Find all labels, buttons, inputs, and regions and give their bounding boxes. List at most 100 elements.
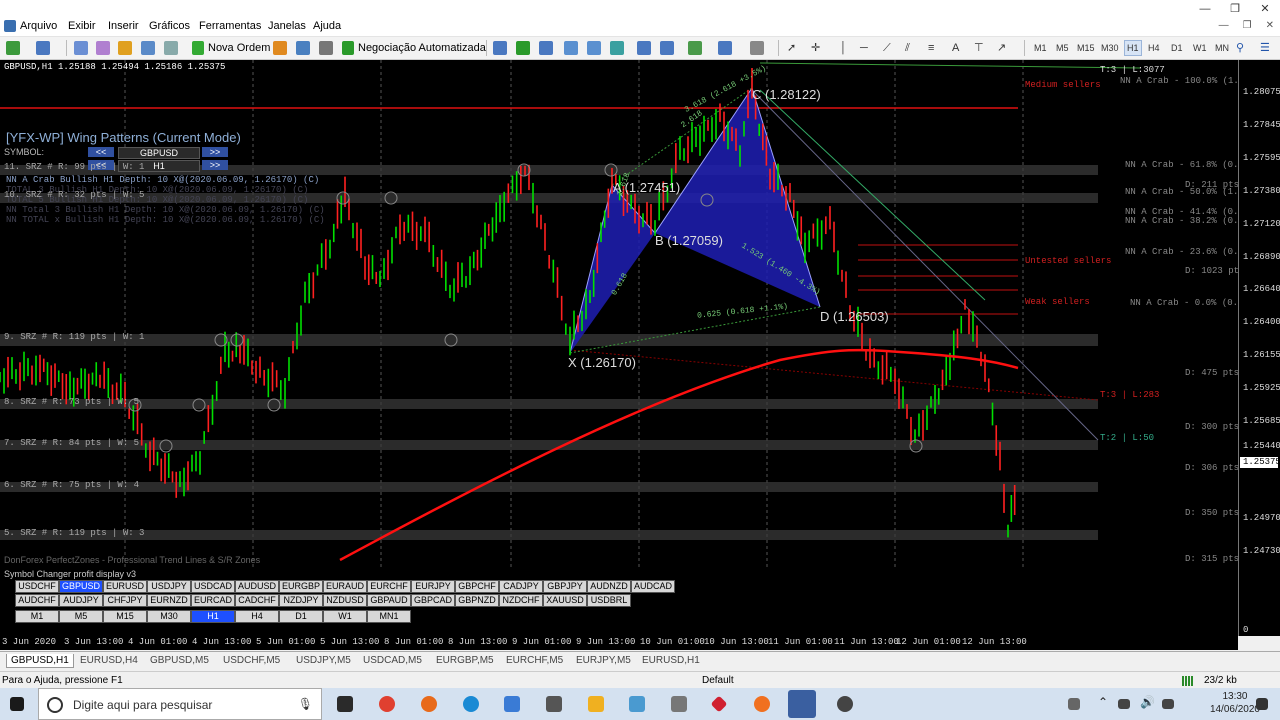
close-button[interactable]: ✕: [1250, 0, 1280, 18]
timeframe-d1[interactable]: D1: [1171, 41, 1183, 55]
timeframe-m1[interactable]: M1: [1034, 41, 1047, 55]
system-clock[interactable]: 13:30 14/06/2020: [1210, 690, 1260, 716]
changer-symbol-button[interactable]: CADCHF: [235, 594, 279, 607]
changer-symbol-button[interactable]: NZDCHF: [499, 594, 543, 607]
market-watch-icon[interactable]: [74, 41, 88, 55]
timeframe-m15[interactable]: M15: [1077, 41, 1095, 55]
file-explorer-icon[interactable]: [588, 696, 604, 712]
symbol-field[interactable]: GBPUSD: [118, 147, 200, 159]
changer-symbol-button[interactable]: EURNZD: [147, 594, 191, 607]
changer-symbol-button[interactable]: EURCAD: [191, 594, 235, 607]
cursor-icon[interactable]: ➚: [787, 40, 796, 56]
pattern-line[interactable]: NN TOTAL x Bullish H1 Depth: 10 X@(2020.…: [6, 215, 325, 225]
candlestick-icon[interactable]: [516, 41, 530, 55]
metatrader-taskbar-icon[interactable]: [788, 690, 816, 718]
new-chart-icon[interactable]: [6, 41, 20, 55]
profiles-icon[interactable]: [36, 41, 50, 55]
changer-symbol-button[interactable]: CADJPY: [499, 580, 543, 593]
crosshair-icon[interactable]: ✛: [811, 40, 820, 56]
periods-icon[interactable]: [718, 41, 732, 55]
tab-eurgbp-m5[interactable]: EURGBP,M5: [432, 654, 498, 667]
menu-exibir[interactable]: Exibir: [68, 20, 96, 32]
menu-graficos[interactable]: Gráficos: [149, 20, 190, 32]
prev-symbol-button[interactable]: <<: [88, 147, 114, 157]
changer-symbol-button[interactable]: EURAUD: [323, 580, 367, 593]
changer-timeframe-button[interactable]: M1: [15, 610, 59, 623]
edge-icon[interactable]: [463, 696, 479, 712]
market-icon[interactable]: [319, 41, 333, 55]
fibonacci-icon[interactable]: ≡: [928, 40, 934, 56]
arrows-tool-icon[interactable]: ↗: [997, 40, 1006, 56]
chart-shift-icon[interactable]: [660, 41, 674, 55]
tab-usdjpy-m5[interactable]: USDJPY,M5: [292, 654, 355, 667]
indicators-icon[interactable]: [688, 41, 702, 55]
templates-icon[interactable]: [750, 41, 764, 55]
bar-chart-icon[interactable]: [493, 41, 507, 55]
restore-button[interactable]: ❐: [1220, 0, 1250, 18]
menu-inserir[interactable]: Inserir: [108, 20, 139, 32]
changer-symbol-button[interactable]: GBPAUD: [367, 594, 411, 607]
chart-close-button[interactable]: ✕: [1266, 20, 1274, 31]
menu-janelas[interactable]: Janelas: [268, 20, 306, 32]
label-tool-icon[interactable]: ⊤: [974, 40, 984, 56]
red-app-icon[interactable]: [710, 695, 728, 713]
timeframe-m5[interactable]: M5: [1056, 41, 1069, 55]
windows-start-icon[interactable]: [10, 697, 24, 711]
vertical-line-icon[interactable]: │: [840, 40, 847, 56]
network-icon[interactable]: [1118, 699, 1130, 709]
changer-symbol-button[interactable]: USDCHF: [15, 580, 59, 593]
search-icon[interactable]: ⚲: [1236, 40, 1244, 56]
zoom-in-icon[interactable]: [564, 41, 578, 55]
tab-gbpusd-h1[interactable]: GBPUSD,H1: [6, 654, 74, 668]
line-chart-icon[interactable]: [539, 41, 553, 55]
obs-icon[interactable]: [837, 696, 853, 712]
tile-windows-icon[interactable]: [610, 41, 624, 55]
changer-symbol-button[interactable]: EURCHF: [367, 580, 411, 593]
tab-eurusd-h1[interactable]: EURUSD,H1: [638, 654, 704, 667]
tab-usdchf-m5[interactable]: USDCHF,M5: [219, 654, 284, 667]
chart-restore-button[interactable]: ❐: [1243, 20, 1252, 31]
tab-usdcad-m5[interactable]: USDCAD,M5: [359, 654, 426, 667]
microphone-icon[interactable]: 🎙: [298, 697, 313, 711]
pattern-line[interactable]: NN Total 3 Bullish H1 Depth: 10 X@(2020.…: [6, 205, 325, 215]
menu-ferramentas[interactable]: Ferramentas: [199, 20, 261, 32]
channel-icon[interactable]: ⫽: [905, 40, 910, 56]
next-symbol-button[interactable]: >>: [202, 147, 228, 157]
timeframe-h4[interactable]: H4: [1148, 41, 1160, 55]
tab-eurchf-m5[interactable]: EURCHF,M5: [502, 654, 567, 667]
changer-symbol-button[interactable]: CHFJPY: [103, 594, 147, 607]
search-input[interactable]: Digite aqui para pesquisar: [73, 698, 212, 712]
menu-ajuda[interactable]: Ajuda: [313, 20, 341, 32]
auto-trading-button[interactable]: Negociação Automatizada: [358, 40, 486, 56]
changer-timeframe-button[interactable]: M15: [103, 610, 147, 623]
navigator-icon[interactable]: [118, 41, 132, 55]
firefox-icon[interactable]: [421, 696, 437, 712]
changer-symbol-button[interactable]: GBPJPY: [543, 580, 587, 593]
signals-icon[interactable]: [296, 41, 310, 55]
chart-minimize-button[interactable]: —: [1219, 20, 1229, 31]
changer-timeframe-button[interactable]: H4: [235, 610, 279, 623]
new-order-button[interactable]: Nova Ordem: [208, 40, 270, 56]
keyboard-icon[interactable]: [1162, 699, 1174, 709]
timeframe-m30[interactable]: M30: [1101, 41, 1119, 55]
changer-symbol-button[interactable]: EURUSD: [103, 580, 147, 593]
changer-symbol-button[interactable]: GBPUSD: [59, 580, 103, 593]
changer-symbol-button[interactable]: USDCAD: [191, 580, 235, 593]
chrome-icon[interactable]: [379, 696, 395, 712]
changer-symbol-button[interactable]: AUDCAD: [631, 580, 675, 593]
changer-symbol-button[interactable]: AUDUSD: [235, 580, 279, 593]
terminal-icon[interactable]: [141, 41, 155, 55]
timeframe-mn[interactable]: MN: [1215, 41, 1229, 55]
changer-symbol-button[interactable]: USDJPY: [147, 580, 191, 593]
task-view-icon[interactable]: [337, 696, 353, 712]
changer-symbol-button[interactable]: NZDUSD: [323, 594, 367, 607]
people-icon[interactable]: [1068, 698, 1080, 710]
notifications-icon[interactable]: [1256, 698, 1268, 710]
changer-symbol-button[interactable]: GBPNZD: [455, 594, 499, 607]
changer-symbol-button[interactable]: XAUUSD: [543, 594, 587, 607]
next-tf-button[interactable]: >>: [202, 160, 228, 170]
tray-overflow-icon[interactable]: ⌃: [1098, 695, 1108, 709]
price-chart[interactable]: GBPUSD,H1 1.25188 1.25494 1.25186 1.2537…: [0, 60, 1238, 568]
media-icon[interactable]: [671, 696, 687, 712]
paint-icon[interactable]: [629, 696, 645, 712]
